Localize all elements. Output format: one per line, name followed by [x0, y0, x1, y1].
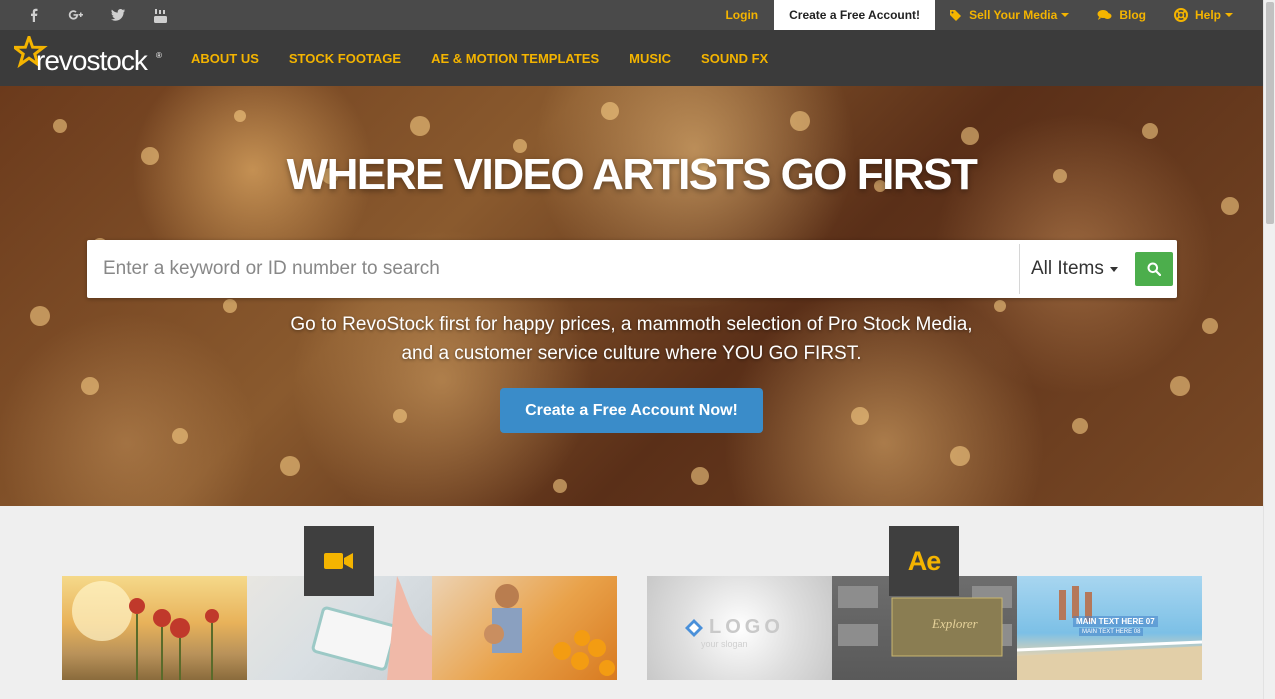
hero-banner: WHERE VIDEO ARTISTS GO FIRST All Items G…	[0, 86, 1263, 506]
search-bar: All Items	[87, 240, 1177, 298]
search-divider	[1019, 244, 1020, 294]
search-button[interactable]	[1135, 252, 1173, 286]
main-nav: revostock ® ABOUT US STOCK FOOTAGE AE & …	[0, 30, 1263, 86]
help-menu[interactable]: Help	[1160, 0, 1263, 30]
search-input[interactable]	[87, 240, 1019, 298]
hero-subtitle-line-2: and a customer service culture where YOU…	[401, 343, 862, 364]
logo-thumb-text: LOGO	[709, 616, 784, 638]
market-thumbnail[interactable]	[432, 576, 617, 680]
beach-thumb-text: MAIN TEXT HERE 07	[1073, 616, 1158, 627]
hero-subtitle: Go to RevoStock first for happy prices, …	[200, 310, 1063, 368]
google-plus-icon[interactable]	[64, 0, 88, 30]
video-camera-icon	[324, 553, 353, 569]
main-nav-links: ABOUT US STOCK FOOTAGE AE & MOTION TEMPL…	[176, 30, 783, 86]
category-selected-label: All Items	[1031, 258, 1104, 279]
login-link[interactable]: Login	[711, 0, 774, 30]
nav-music[interactable]: MUSIC	[614, 51, 686, 66]
beach-thumb-subtext: MAIN TEXT HERE 08	[1079, 628, 1144, 636]
chevron-down-icon	[1109, 266, 1118, 272]
after-effects-icon: Ae	[907, 545, 942, 576]
youtube-icon[interactable]	[148, 0, 172, 30]
explorer-thumb-text: Explorer	[932, 616, 978, 631]
scrollbar-thumb[interactable]	[1266, 2, 1274, 224]
comments-icon	[1097, 9, 1112, 21]
blog-link[interactable]: Blog	[1083, 0, 1160, 30]
page-scrollbar[interactable]	[1263, 0, 1275, 699]
twitter-icon[interactable]	[106, 0, 130, 30]
social-links	[22, 0, 190, 30]
revostock-logo[interactable]: revostock ®	[14, 36, 164, 78]
facebook-icon[interactable]	[22, 0, 46, 30]
chevron-down-icon	[1225, 13, 1233, 17]
search-icon	[1147, 262, 1161, 276]
top-nav: Login Create a Free Account! Sell Your M…	[711, 0, 1263, 30]
category-dropdown[interactable]: All Items	[1031, 240, 1118, 298]
logo-registered-mark: ®	[156, 51, 162, 60]
logo-reveal-thumbnail[interactable]: LOGO your slogan	[647, 576, 832, 680]
sell-media-label: Sell Your Media	[969, 8, 1058, 22]
poppies-thumbnail[interactable]	[62, 576, 247, 680]
blog-label: Blog	[1119, 8, 1146, 22]
ae-templates-badge[interactable]: Ae	[889, 526, 959, 596]
help-label: Help	[1194, 8, 1221, 22]
stock-footage-badge[interactable]	[304, 526, 374, 596]
hero-title: WHERE VIDEO ARTISTS GO FIRST	[286, 150, 978, 199]
tag-icon	[949, 9, 962, 22]
nav-ae-motion-templates[interactable]: AE & MOTION TEMPLATES	[416, 51, 614, 66]
chevron-down-icon	[1061, 13, 1070, 17]
hero-subtitle-line-1: Go to RevoStock first for happy prices, …	[290, 314, 973, 335]
nav-stock-footage[interactable]: STOCK FOOTAGE	[274, 51, 416, 66]
sell-media-menu[interactable]: Sell Your Media	[935, 0, 1083, 30]
beach-thumbnail[interactable]: MAIN TEXT HERE 07 MAIN TEXT HERE 08	[1017, 576, 1202, 680]
logo-wordmark: revostock	[36, 45, 148, 76]
lifebuoy-icon	[1173, 8, 1188, 22]
create-account-link[interactable]: Create a Free Account!	[774, 0, 936, 30]
top-bar: Login Create a Free Account! Sell Your M…	[0, 0, 1263, 30]
nav-about-us[interactable]: ABOUT US	[176, 51, 274, 66]
logo-thumb-slogan: your slogan	[701, 639, 748, 649]
create-account-cta-button[interactable]: Create a Free Account Now!	[500, 388, 763, 433]
nav-sound-fx[interactable]: SOUND FX	[686, 51, 783, 66]
